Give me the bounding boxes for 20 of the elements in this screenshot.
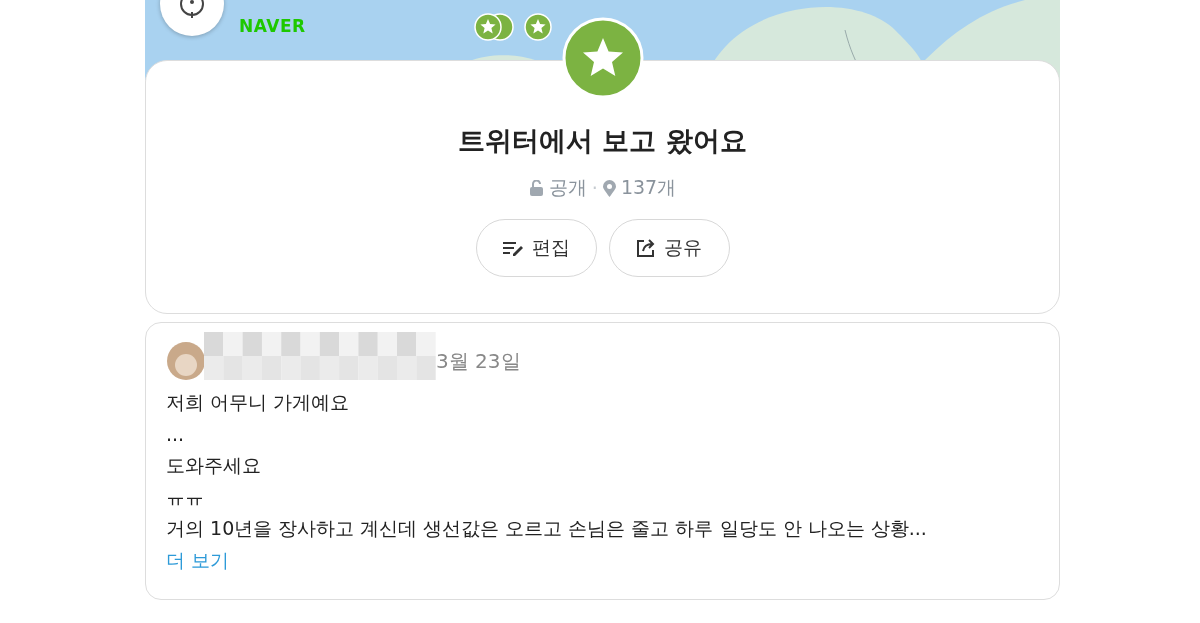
post-text-line: ... — [166, 421, 186, 447]
post-text-line: ㅠㅠ — [166, 484, 205, 510]
edit-button[interactable]: 편집 — [475, 219, 597, 277]
star-marker-icon[interactable] — [472, 12, 516, 42]
post-date: 3월 23일 — [436, 347, 521, 375]
map-logo: NAVER — [239, 16, 306, 36]
unlock-icon — [528, 180, 544, 196]
star-marker-icon[interactable] — [523, 12, 553, 42]
avatar — [166, 341, 206, 381]
post-text-line: 도와주세요 — [166, 453, 262, 478]
separator-dot: · — [591, 177, 598, 199]
edit-icon — [502, 240, 524, 256]
share-button[interactable]: 공유 — [608, 219, 730, 277]
place-count: 137개 — [620, 175, 677, 200]
visibility-label: 공개 — [548, 175, 587, 200]
list-title: 트위터에서 보고 왔어요 — [458, 124, 747, 158]
location-pin-icon — [602, 179, 616, 197]
post-text-line: 저희 어무니 가게예요 — [166, 390, 351, 415]
share-icon — [636, 238, 656, 258]
post-text-line: 거의 10년을 장사하고 계신데 생선값은 오르고 손님은 줄고 하루 일당도 안 나오는 상황... — [166, 516, 928, 541]
